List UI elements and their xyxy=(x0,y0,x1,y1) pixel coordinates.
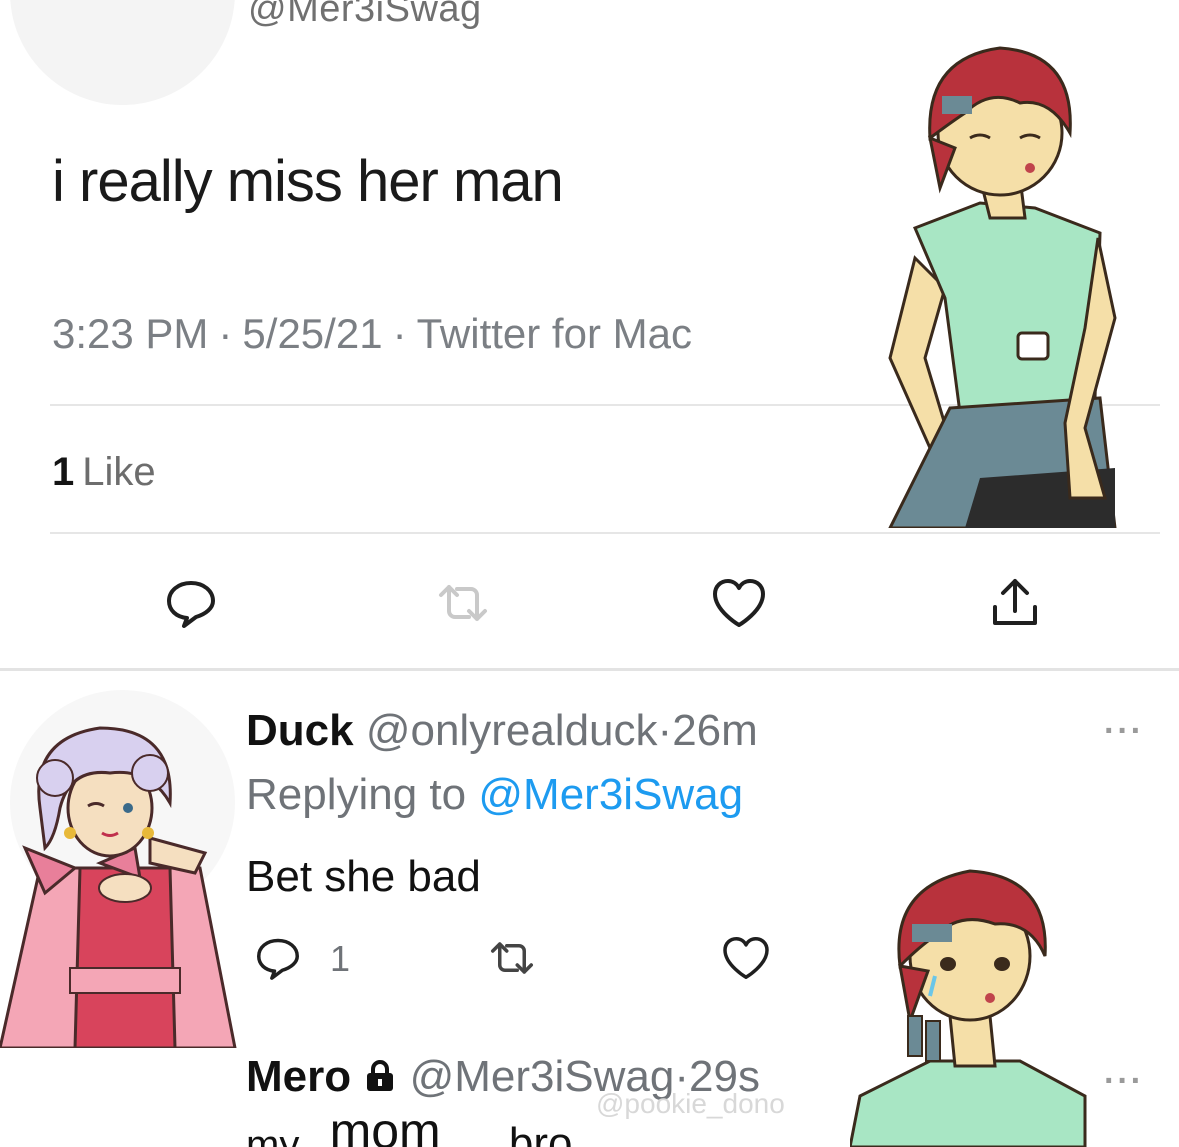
like-icon xyxy=(723,937,769,979)
meta-separator: · xyxy=(218,310,233,357)
reply-button[interactable] xyxy=(156,568,226,638)
tweet-time: 3:23 PM xyxy=(52,310,209,357)
tweet-text: i really miss her man xyxy=(52,149,564,214)
share-icon xyxy=(993,579,1037,625)
red-haired-character-sprite-2 xyxy=(850,869,1087,1147)
likes-count[interactable]: 1 Like xyxy=(52,450,156,495)
like-button[interactable] xyxy=(704,568,774,638)
lavender-haired-lady-sprite xyxy=(0,726,237,1048)
reply-author-handle[interactable]: @onlyrealduck xyxy=(366,706,658,755)
like-count-label: Like xyxy=(82,450,156,494)
reply-more-button[interactable]: ··· xyxy=(1104,712,1144,751)
retweet-icon xyxy=(491,942,533,974)
divider xyxy=(50,532,1160,534)
reply-like-button[interactable] xyxy=(714,926,778,990)
retweet-icon xyxy=(439,585,487,621)
retweet-button[interactable] xyxy=(428,568,498,638)
overlay-text: mom xyxy=(329,1103,441,1147)
author-handle[interactable]: @Mer3iSwag xyxy=(248,0,482,31)
tweet-client[interactable]: Twitter for Mac xyxy=(417,310,692,358)
reply-header: Duck @onlyrealduck·26m xyxy=(246,706,758,756)
tweet-meta: 3:23 PM · 5/25/21 · Twitter for Mac xyxy=(52,310,692,358)
reply-author-name[interactable]: Duck xyxy=(246,706,354,755)
watermark: @pookie_dono xyxy=(596,1088,785,1119)
reply-icon xyxy=(257,938,299,980)
reply-icon xyxy=(167,581,215,628)
next-text-start: my xyxy=(246,1123,300,1147)
replying-mention[interactable]: @Mer3iSwag xyxy=(478,770,743,819)
reply-text: Bet she bad xyxy=(246,852,481,901)
meta-separator: · xyxy=(392,310,407,357)
like-count-number: 1 xyxy=(52,450,75,494)
reply-reply-count: 1 xyxy=(330,938,351,979)
reply-retweet-button[interactable] xyxy=(480,926,544,990)
author-avatar[interactable] xyxy=(10,0,235,105)
share-button[interactable] xyxy=(980,568,1050,638)
next-more-button[interactable]: ··· xyxy=(1104,1062,1144,1101)
next-text-end: bro xyxy=(508,1119,573,1147)
next-reply-text: my mom bro xyxy=(246,1103,573,1147)
tweet-date: 5/25/21 xyxy=(242,310,383,357)
reply-reply-button[interactable] xyxy=(246,926,310,990)
red-haired-character-sprite xyxy=(888,46,1117,528)
replying-to: Replying to @Mer3iSwag xyxy=(246,770,743,820)
next-author-name[interactable]: Mero xyxy=(246,1052,351,1101)
section-divider xyxy=(0,668,1179,671)
reply-separator: · xyxy=(657,706,673,755)
lock-icon xyxy=(363,1054,397,1091)
like-icon xyxy=(713,579,765,627)
replying-prefix: Replying to xyxy=(246,770,467,819)
reply-time: 26m xyxy=(672,706,758,755)
